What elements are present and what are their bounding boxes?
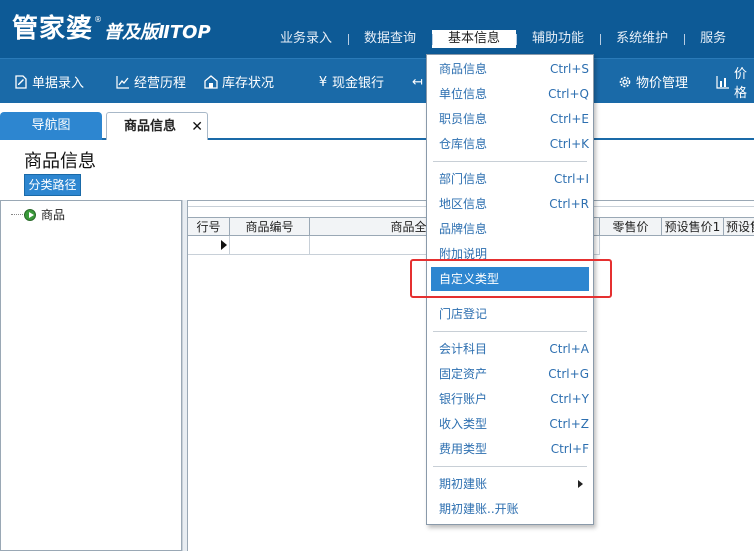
column-header-row-no[interactable]: 行号 [188, 217, 230, 236]
top-menu-business-entry[interactable]: 业务录入 [264, 30, 348, 48]
toolbar-label: 经营历程 [134, 76, 187, 91]
menu-item-label: 期初建账..开账 [439, 502, 519, 516]
menu-item-label: 地区信息 [439, 197, 488, 211]
toolbar-cash-bank[interactable]: ¥ 现金银行 [318, 59, 384, 104]
row-indicator-cell [188, 236, 230, 255]
menu-item-fixed-assets[interactable]: 固定资产 Ctrl+G [431, 362, 589, 386]
toolbar-label: 价格 [734, 66, 748, 101]
highlight-annotation-box [410, 259, 612, 298]
tab-navigation[interactable]: 导航图 [0, 112, 102, 140]
menu-item-shortcut: Ctrl+F [550, 442, 589, 456]
menu-item-label: 银行账户 [439, 392, 488, 406]
menu-item-bank-accounts[interactable]: 银行账户 Ctrl+Y [431, 387, 589, 411]
menu-item-shortcut: Ctrl+Y [550, 392, 589, 406]
toolbar-price[interactable]: 价格 [716, 59, 754, 104]
menu-item-label: 固定资产 [439, 367, 488, 381]
menu-item-warehouse-info[interactable]: 仓库信息 Ctrl+K [431, 132, 589, 156]
arrow-icon: ↤ [412, 74, 423, 90]
toolbar-label: 库存状况 [222, 76, 275, 91]
menu-item-store-registration[interactable]: 门店登记 [431, 302, 589, 326]
document-edit-icon [14, 74, 28, 89]
tree-node-root[interactable]: 商品 [11, 206, 65, 223]
menu-item-shortcut: Ctrl+R [549, 197, 589, 211]
menu-item-label: 单位信息 [439, 87, 488, 101]
menu-item-staff-info[interactable]: 职员信息 Ctrl+E [431, 107, 589, 131]
menu-item-shortcut: Ctrl+S [549, 62, 589, 76]
menu-separator [433, 161, 587, 162]
logo-main-text: 管家婆 [12, 14, 94, 44]
close-icon[interactable]: ✕ [191, 113, 203, 141]
menu-item-label: 收入类型 [439, 417, 488, 431]
bar-chart-icon [716, 75, 730, 89]
menu-item-shortcut: Ctrl+E [550, 112, 589, 126]
menu-item-department-info[interactable]: 部门信息 Ctrl+I [431, 167, 589, 191]
page-title: 商品信息 [24, 151, 96, 172]
menu-item-shortcut: Ctrl+A [549, 342, 589, 356]
column-header-preset-price-1[interactable]: 预设售价1 [662, 217, 724, 236]
menu-item-label: 仓库信息 [439, 137, 488, 151]
top-menu-data-query[interactable]: 数据查询 [348, 30, 432, 48]
line-chart-icon [116, 75, 130, 89]
menu-item-unit-info[interactable]: 单位信息 Ctrl+Q [431, 82, 589, 106]
menu-item-label: 品牌信息 [439, 222, 488, 236]
toolbar-label: 单据录入 [32, 76, 85, 91]
logo-edition-text: 普及版ⅡTOP [104, 22, 211, 43]
menu-item-region-info[interactable]: 地区信息 Ctrl+R [431, 192, 589, 216]
submenu-arrow-icon [578, 480, 583, 488]
tab-goods-info[interactable]: 商品信息 ✕ [106, 112, 208, 140]
menu-item-expense-types[interactable]: 费用类型 Ctrl+F [431, 437, 589, 461]
menu-item-shortcut: Ctrl+G [548, 367, 589, 381]
table-cell[interactable] [230, 236, 310, 255]
category-path-button[interactable]: 分类路径 [24, 174, 81, 196]
top-menu-service[interactable]: 服务 [684, 30, 742, 48]
toolbar-label: 物价管理 [636, 76, 689, 91]
warehouse-icon [204, 74, 218, 89]
menu-separator [433, 466, 587, 467]
menu-item-opening-books-open-account[interactable]: 期初建账..开账 [431, 497, 589, 521]
tree-node-label: 商品 [41, 208, 66, 222]
main-toolbar: 单据录入 经营历程 库存状况 ¥ 现金银行 ↤ 物价管理 价格 [0, 58, 754, 103]
toolbar-label: 现金银行 [332, 76, 385, 91]
menu-separator [433, 331, 587, 332]
play-circle-icon [24, 208, 36, 221]
menu-item-label: 费用类型 [439, 442, 488, 456]
tab-goods-label: 商品信息 [123, 119, 176, 134]
top-menu-auxiliary[interactable]: 辅助功能 [516, 30, 600, 48]
menu-item-label: 会计科目 [439, 342, 488, 356]
menu-item-shortcut: Ctrl+I [554, 172, 589, 186]
menu-item-accounting-subjects[interactable]: 会计科目 Ctrl+A [431, 337, 589, 361]
menu-item-label: 门店登记 [439, 307, 488, 321]
menu-item-label: 商品信息 [439, 62, 488, 76]
menu-item-opening-books[interactable]: 期初建账 [431, 472, 589, 496]
app-logo: 管家婆 ® 普及版ⅡTOP [12, 14, 211, 44]
top-menu-system-maintenance[interactable]: 系统维护 [600, 30, 684, 48]
toolbar-price-management[interactable]: 物价管理 [618, 59, 688, 104]
column-header-preset-price-2[interactable]: 预设售 [724, 217, 754, 236]
menu-item-income-types[interactable]: 收入类型 Ctrl+Z [431, 412, 589, 436]
menu-item-label: 职员信息 [439, 112, 488, 126]
top-menu-bar: 业务录入 数据查询 基本信息 辅助功能 系统维护 服务 [264, 30, 742, 48]
menu-item-shortcut: Ctrl+K [549, 137, 589, 151]
menu-item-brand-info[interactable]: 品牌信息 [431, 217, 589, 241]
app-header: 管家婆 ® 普及版ⅡTOP 业务录入 数据查询 基本信息 辅助功能 系统维护 服… [0, 0, 754, 58]
logo-registered-mark: ® [94, 15, 103, 24]
column-header-retail-price[interactable]: 零售价 [600, 217, 662, 236]
toolbar-business-history[interactable]: 经营历程 [116, 59, 186, 104]
top-menu-basic-info[interactable]: 基本信息 [432, 30, 517, 48]
menu-item-goods-info[interactable]: 商品信息 Ctrl+S [431, 57, 589, 81]
menu-item-shortcut: Ctrl+Q [548, 87, 589, 101]
menu-item-label: 部门信息 [439, 172, 488, 186]
yen-icon: ¥ [318, 74, 328, 90]
row-pointer-icon [221, 240, 227, 250]
menu-item-label: 期初建账 [439, 477, 488, 491]
toolbar-document-entry[interactable]: 单据录入 [14, 59, 84, 104]
menu-item-shortcut: Ctrl+Z [549, 417, 589, 431]
category-tree: 商品 [0, 200, 182, 551]
toolbar-inventory-status[interactable]: 库存状况 [204, 59, 274, 104]
column-header-goods-code[interactable]: 商品编号 [230, 217, 310, 236]
tab-bar: 导航图 商品信息 ✕ [0, 103, 754, 140]
gear-icon [618, 75, 632, 89]
tree-connector [11, 214, 23, 215]
